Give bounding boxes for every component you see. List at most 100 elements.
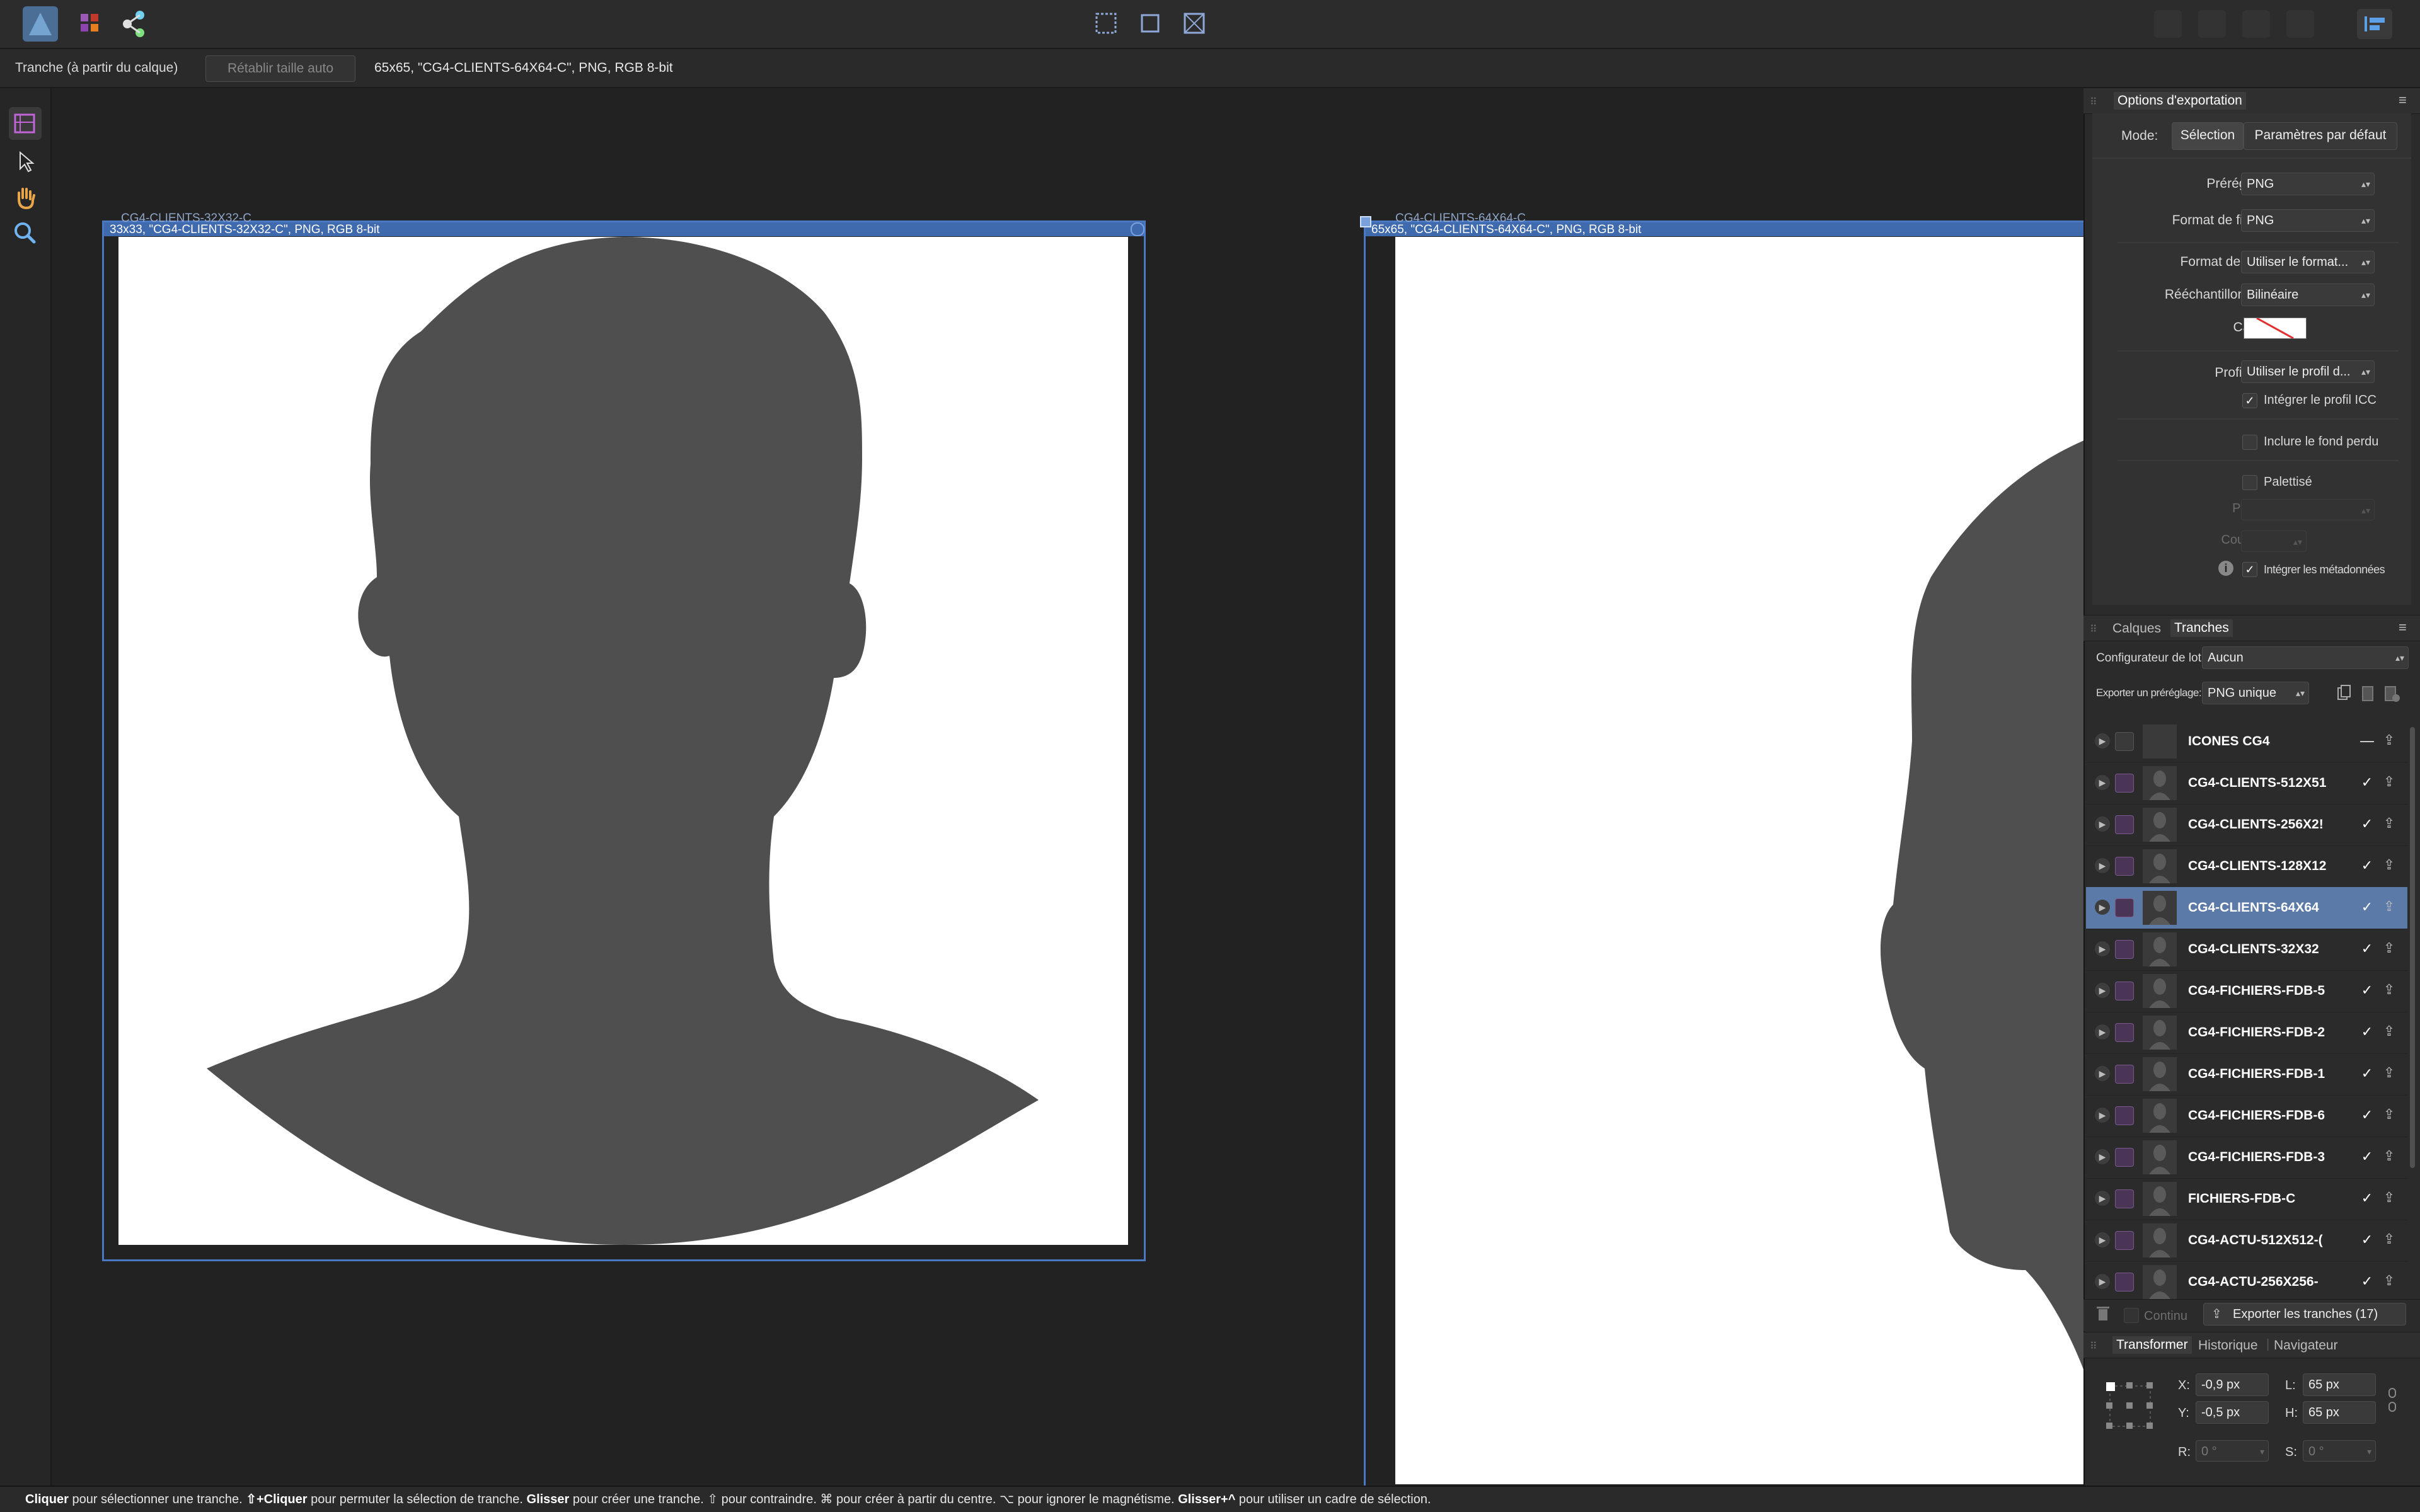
expand-icon[interactable]: ▶ xyxy=(2095,775,2110,790)
tab-layers[interactable]: Calques xyxy=(2112,621,2161,637)
preset-select[interactable]: PNG ▴▾ xyxy=(2241,173,2375,195)
designer-persona-icon[interactable] xyxy=(23,6,58,42)
embed-metadata-checkbox[interactable]: ✓ xyxy=(2242,562,2257,577)
slice-list-item[interactable]: ▶ CG4-FICHIERS-FDB-2 ✓ ⇪ xyxy=(2086,1012,2407,1054)
rotation-field[interactable]: 0 ° ▾ xyxy=(2196,1440,2269,1462)
expand-icon[interactable]: ▶ xyxy=(2095,983,2110,998)
slice-list-item[interactable]: ▶ CG4-FICHIERS-FDB-5 ✓ ⇪ xyxy=(2086,970,2407,1012)
slice-list-item[interactable]: ▶ CG4-CLIENTS-32X32 ✓ ⇪ xyxy=(2086,929,2407,971)
icc-profile-select[interactable]: Utiliser le profil d... ▴▾ xyxy=(2241,360,2375,383)
x-field[interactable]: -0,9 px xyxy=(2196,1373,2269,1396)
reset-auto-size-button[interactable]: Rétablir taille auto xyxy=(205,55,355,82)
slice-handle[interactable] xyxy=(1131,222,1144,236)
align-icon[interactable] xyxy=(2357,9,2392,39)
paste-preset-icon[interactable] xyxy=(2360,683,2376,703)
continuous-checkbox[interactable] xyxy=(2124,1308,2139,1323)
slices-scrollbar[interactable] xyxy=(2409,722,2416,1274)
resampler-select[interactable]: Bilinéaire ▴▾ xyxy=(2241,284,2375,306)
panel-menu-icon[interactable]: ≡ xyxy=(2399,92,2407,108)
export-slices-button[interactable]: ⇪ Exporter les tranches (17) xyxy=(2203,1303,2406,1326)
export-options-title[interactable]: Options d'exportation xyxy=(2114,92,2246,110)
slice-select-icon[interactable] xyxy=(1090,8,1122,39)
pixel-format-select[interactable]: Utiliser le format... ▴▾ xyxy=(2241,251,2375,273)
anchor-point-selector[interactable] xyxy=(2104,1380,2157,1433)
slice-export-icon[interactable]: ⇪ xyxy=(2381,940,2397,958)
slice-export-checkbox[interactable]: ✓ xyxy=(2360,858,2375,873)
export-preset-select[interactable]: PNG unique ▴▾ xyxy=(2202,682,2309,704)
arrange-backward-icon[interactable] xyxy=(2242,10,2270,38)
export-persona-icon[interactable] xyxy=(117,6,153,42)
slice-export-checkbox[interactable]: ✓ xyxy=(2360,900,2375,915)
canvas-area[interactable]: CG4-CLIENTS-32X32-C 33x33, "CG4-CLIENTS-… xyxy=(52,88,2083,1486)
file-format-select[interactable]: PNG ▴▾ xyxy=(2241,209,2375,232)
slice-list-item[interactable]: ▶ CG4-FICHIERS-FDB-1 ✓ ⇪ xyxy=(2086,1053,2407,1096)
slice-export-checkbox[interactable]: ✓ xyxy=(2360,983,2375,998)
slice-list-item[interactable]: ▶ CG4-ACTU-256X256- ✓ ⇪ xyxy=(2086,1261,2407,1303)
link-icon[interactable] xyxy=(2386,1386,2399,1414)
slice-export-checkbox[interactable]: ✓ xyxy=(2360,816,2375,832)
slice-list-item[interactable]: ▶ CG4-ACTU-512X512-(✓ ⇪ xyxy=(2086,1220,2407,1262)
slice-list-item[interactable]: ▶ CG4-FICHIERS-FDB-6 ✓ ⇪ xyxy=(2086,1095,2407,1137)
slice-export-icon[interactable]: ⇪ xyxy=(2381,857,2397,874)
tab-history[interactable]: Historique xyxy=(2198,1337,2258,1354)
slice-selection-tool-icon[interactable] xyxy=(9,145,42,178)
slice-export-icon[interactable]: ⇪ xyxy=(2381,774,2397,791)
arrange-front-icon[interactable] xyxy=(2154,10,2182,38)
include-bleed-checkbox[interactable] xyxy=(2242,435,2257,450)
info-icon[interactable]: i xyxy=(2218,561,2233,576)
slice-export-checkbox[interactable]: ✓ xyxy=(2360,775,2375,790)
slice-fit-icon[interactable] xyxy=(1134,8,1166,39)
palettised-checkbox[interactable] xyxy=(2242,475,2257,490)
slice-export-icon[interactable]: ⇪ xyxy=(2381,1273,2397,1290)
expand-icon[interactable]: ▶ xyxy=(2095,858,2110,873)
slice-list-item[interactable]: ▶ CG4-CLIENTS-512X51 ✓ ⇪ xyxy=(2086,762,2407,805)
slice-export-icon[interactable]: ⇪ xyxy=(2381,982,2397,999)
slice-export-checkbox[interactable]: ✓ xyxy=(2360,1108,2375,1123)
mode-selection-button[interactable]: Sélection xyxy=(2172,122,2244,150)
shear-field[interactable]: 0 ° ▾ xyxy=(2303,1440,2376,1462)
zoom-tool-icon[interactable] xyxy=(9,217,42,249)
tab-slices[interactable]: Tranches xyxy=(2170,619,2233,637)
panel-grip-icon[interactable]: ⠿ xyxy=(2090,1340,2097,1353)
slice-export-checkbox[interactable]: ✓ xyxy=(2360,1232,2375,1247)
slice-list-item[interactable]: ▶ ICONES CG4 — ⇪ xyxy=(2086,721,2407,763)
expand-icon[interactable]: ▶ xyxy=(2095,1024,2110,1040)
expand-icon[interactable]: ▶ xyxy=(2095,941,2110,956)
expand-icon[interactable]: ▶ xyxy=(2095,1191,2110,1206)
scrollbar-thumb[interactable] xyxy=(2410,727,2415,1168)
expand-icon[interactable]: ▶ xyxy=(2095,1108,2110,1123)
slice-export-icon[interactable]: ⇪ xyxy=(2381,732,2397,750)
width-field[interactable]: 65 px xyxy=(2303,1373,2376,1396)
height-field[interactable]: 65 px xyxy=(2303,1401,2376,1424)
expand-icon[interactable]: ▶ xyxy=(2095,1232,2110,1247)
expand-icon[interactable]: ▶ xyxy=(2095,1274,2110,1289)
slice-export-checkbox[interactable]: ✓ xyxy=(2360,1066,2375,1081)
slice-export-checkbox[interactable]: ✓ xyxy=(2360,1149,2375,1164)
slice-export-checkbox[interactable]: ✓ xyxy=(2360,941,2375,956)
slice-tool-icon[interactable] xyxy=(9,107,42,140)
expand-icon[interactable]: ▶ xyxy=(2095,1066,2110,1081)
expand-icon[interactable]: ▶ xyxy=(2095,1149,2110,1164)
arrange-back-icon[interactable] xyxy=(2286,10,2314,38)
slice-resize-handle[interactable] xyxy=(1360,216,1371,227)
slice-export-icon[interactable]: ⇪ xyxy=(2381,1065,2397,1082)
expand-icon[interactable]: ▶ xyxy=(2095,816,2110,832)
slice-export-icon[interactable]: ⇪ xyxy=(2381,898,2397,916)
slice-list-item[interactable]: ▶ FICHIERS-FDB-C ✓ ⇪ xyxy=(2086,1178,2407,1220)
slice-list-item[interactable]: ▶ CG4-FICHIERS-FDB-3 ✓ ⇪ xyxy=(2086,1137,2407,1179)
panel-menu-icon[interactable]: ≡ xyxy=(2399,619,2407,636)
slice-export-icon[interactable]: ⇪ xyxy=(2381,1189,2397,1207)
slice-grid-icon[interactable] xyxy=(1178,8,1210,39)
slice-export-checkbox[interactable]: ✓ xyxy=(2360,1191,2375,1206)
panel-grip-icon[interactable]: ⠿ xyxy=(2090,623,2097,636)
copy-preset-icon[interactable] xyxy=(2336,683,2352,703)
trash-icon[interactable] xyxy=(2095,1304,2111,1323)
arrange-forward-icon[interactable] xyxy=(2198,10,2226,38)
tab-navigator[interactable]: Navigateur xyxy=(2274,1337,2338,1354)
tab-transform[interactable]: Transformer xyxy=(2112,1336,2192,1354)
manage-preset-icon[interactable] xyxy=(2382,683,2401,703)
matte-color-swatch[interactable] xyxy=(2244,318,2307,339)
slice-export-checkbox[interactable]: — xyxy=(2360,733,2375,748)
hand-tool-icon[interactable] xyxy=(9,181,42,214)
pixel-persona-icon[interactable] xyxy=(73,6,108,42)
